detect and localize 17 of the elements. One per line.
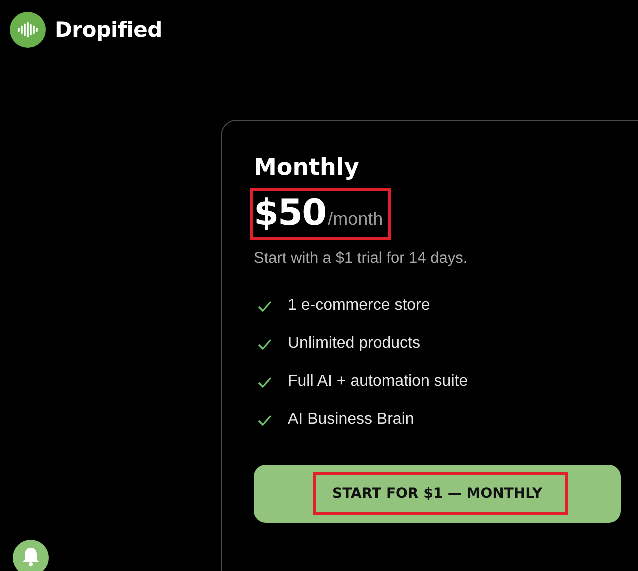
plan-price: $50 [254,193,326,234]
check-icon [258,338,272,350]
start-button[interactable]: START FOR $1 — MONTHLY [254,465,621,523]
brand-name: Dropified [55,18,162,42]
feature-text: AI Business Brain [288,411,414,429]
check-icon [258,376,272,388]
feature-text: 1 e-commerce store [288,297,430,315]
bell-icon [22,547,40,567]
logo-icon [10,12,46,48]
feature-text: Full AI + automation suite [288,373,468,391]
notification-button[interactable] [13,540,49,571]
plan-title: Monthly [254,155,360,181]
price-period: /month [328,209,384,230]
check-icon [258,300,272,312]
check-icon [258,414,272,426]
feature-text: Unlimited products [288,335,420,353]
plan-subtitle: Start with a $1 trial for 14 days. [254,250,469,268]
